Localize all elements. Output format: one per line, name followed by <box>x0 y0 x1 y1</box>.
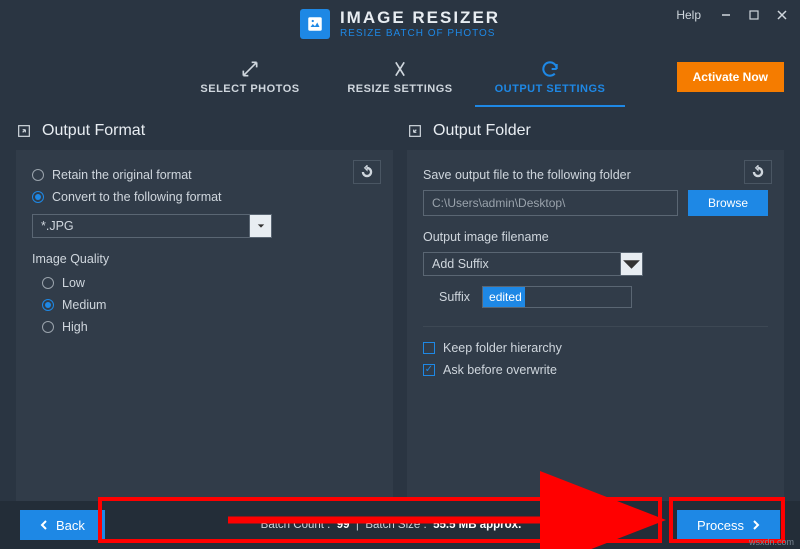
save-path-label: Save output file to the following folder <box>423 168 768 182</box>
checkbox-label: Keep folder hierarchy <box>443 341 562 355</box>
filename-label: Output image filename <box>423 230 768 244</box>
ask-overwrite-checkbox[interactable]: Ask before overwrite <box>423 359 768 381</box>
batch-stats: Batch Count : 99 | Batch Size : 55.5 MB … <box>105 519 677 531</box>
radio-icon <box>32 191 44 203</box>
heading-text: Output Folder <box>433 122 531 140</box>
checkbox-label: Ask before overwrite <box>443 363 557 377</box>
app-brand: IMAGE RESIZER RESIZE BATCH OF PHOTOS <box>300 9 500 39</box>
tabs: SELECT PHOTOS RESIZE SETTINGS OUTPUT SET… <box>175 51 625 107</box>
close-button[interactable] <box>770 5 794 25</box>
checkbox-icon <box>423 364 435 376</box>
button-label: Back <box>56 518 85 533</box>
radio-icon <box>32 169 44 181</box>
retain-format-radio[interactable]: Retain the original format <box>32 164 377 186</box>
tab-select-photos[interactable]: SELECT PHOTOS <box>175 51 325 107</box>
tab-output-settings[interactable]: OUTPUT SETTINGS <box>475 51 625 107</box>
chevron-right-icon <box>752 520 760 530</box>
tab-label: OUTPUT SETTINGS <box>495 83 606 95</box>
tab-label: SELECT PHOTOS <box>200 83 299 95</box>
output-folder-panel: Output Folder Save output file to the fo… <box>407 122 784 502</box>
output-path-input[interactable] <box>423 190 678 216</box>
chevron-left-icon <box>40 520 48 530</box>
batch-size-value: 55.5 MB approx. <box>433 519 521 531</box>
button-label: Process <box>697 518 744 533</box>
process-button[interactable]: Process <box>677 510 780 540</box>
convert-format-radio[interactable]: Convert to the following format <box>32 186 377 208</box>
tabs-row: SELECT PHOTOS RESIZE SETTINGS OUTPUT SET… <box>0 48 800 110</box>
reset-format-button[interactable] <box>353 160 381 184</box>
watermark: wsxdn.com <box>749 537 794 547</box>
quality-high-radio[interactable]: High <box>42 316 377 338</box>
help-label: Help <box>676 8 701 22</box>
radio-icon <box>42 321 54 333</box>
output-format-panel: Output Format Retain the original format… <box>16 122 393 502</box>
app-title: IMAGE RESIZER <box>340 9 500 28</box>
divider <box>423 326 768 327</box>
minimize-button[interactable] <box>714 5 738 25</box>
browse-button[interactable]: Browse <box>688 190 768 216</box>
checkbox-icon <box>423 342 435 354</box>
batch-size-label: Batch Size : <box>365 519 426 531</box>
filename-mode-select[interactable]: Add Suffix <box>423 252 643 276</box>
maximize-button[interactable] <box>742 5 766 25</box>
expand-arrows-icon <box>240 59 260 79</box>
main-content: Output Format Retain the original format… <box>0 110 800 502</box>
select-value: Add Suffix <box>423 252 621 276</box>
quality-low-radio[interactable]: Low <box>42 272 377 294</box>
radio-icon <box>42 277 54 289</box>
refresh-icon <box>540 59 560 79</box>
tab-label: RESIZE SETTINGS <box>347 83 452 95</box>
help-menu[interactable]: Help <box>670 4 710 26</box>
title-bar: IMAGE RESIZER RESIZE BATCH OF PHOTOS Hel… <box>0 0 800 48</box>
heading-text: Output Format <box>42 122 145 140</box>
app-subtitle: RESIZE BATCH OF PHOTOS <box>340 28 500 39</box>
radio-label: Low <box>62 276 85 290</box>
quality-medium-radio[interactable]: Medium <box>42 294 377 316</box>
quality-heading: Image Quality <box>32 252 377 266</box>
radio-label: Medium <box>62 298 106 312</box>
window-controls: Help <box>670 4 794 26</box>
suffix-label: Suffix <box>439 290 470 304</box>
panel-heading: Output Format <box>16 122 393 150</box>
format-select[interactable]: *.JPG <box>32 214 272 238</box>
tab-resize-settings[interactable]: RESIZE SETTINGS <box>325 51 475 107</box>
select-value: *.JPG <box>32 214 250 238</box>
keep-hierarchy-checkbox[interactable]: Keep folder hierarchy <box>423 337 768 359</box>
reset-folder-button[interactable] <box>744 160 772 184</box>
folder-export-icon <box>407 123 423 139</box>
footer: Back Batch Count : 99 | Batch Size : 55.… <box>0 501 800 549</box>
radio-icon <box>42 299 54 311</box>
radio-label: High <box>62 320 88 334</box>
batch-count-value: 99 <box>337 519 350 531</box>
batch-count-label: Batch Count : <box>261 519 331 531</box>
export-icon <box>16 123 32 139</box>
chevron-down-icon[interactable] <box>250 214 272 238</box>
radio-label: Retain the original format <box>52 168 192 182</box>
app-logo-icon <box>300 9 330 39</box>
chevron-down-icon[interactable] <box>621 252 643 276</box>
activate-now-button[interactable]: Activate Now <box>677 62 784 92</box>
radio-label: Convert to the following format <box>52 190 222 204</box>
resize-icon <box>390 59 410 79</box>
panel-heading: Output Folder <box>407 122 784 150</box>
back-button[interactable]: Back <box>20 510 105 540</box>
suffix-input[interactable] <box>482 286 632 308</box>
